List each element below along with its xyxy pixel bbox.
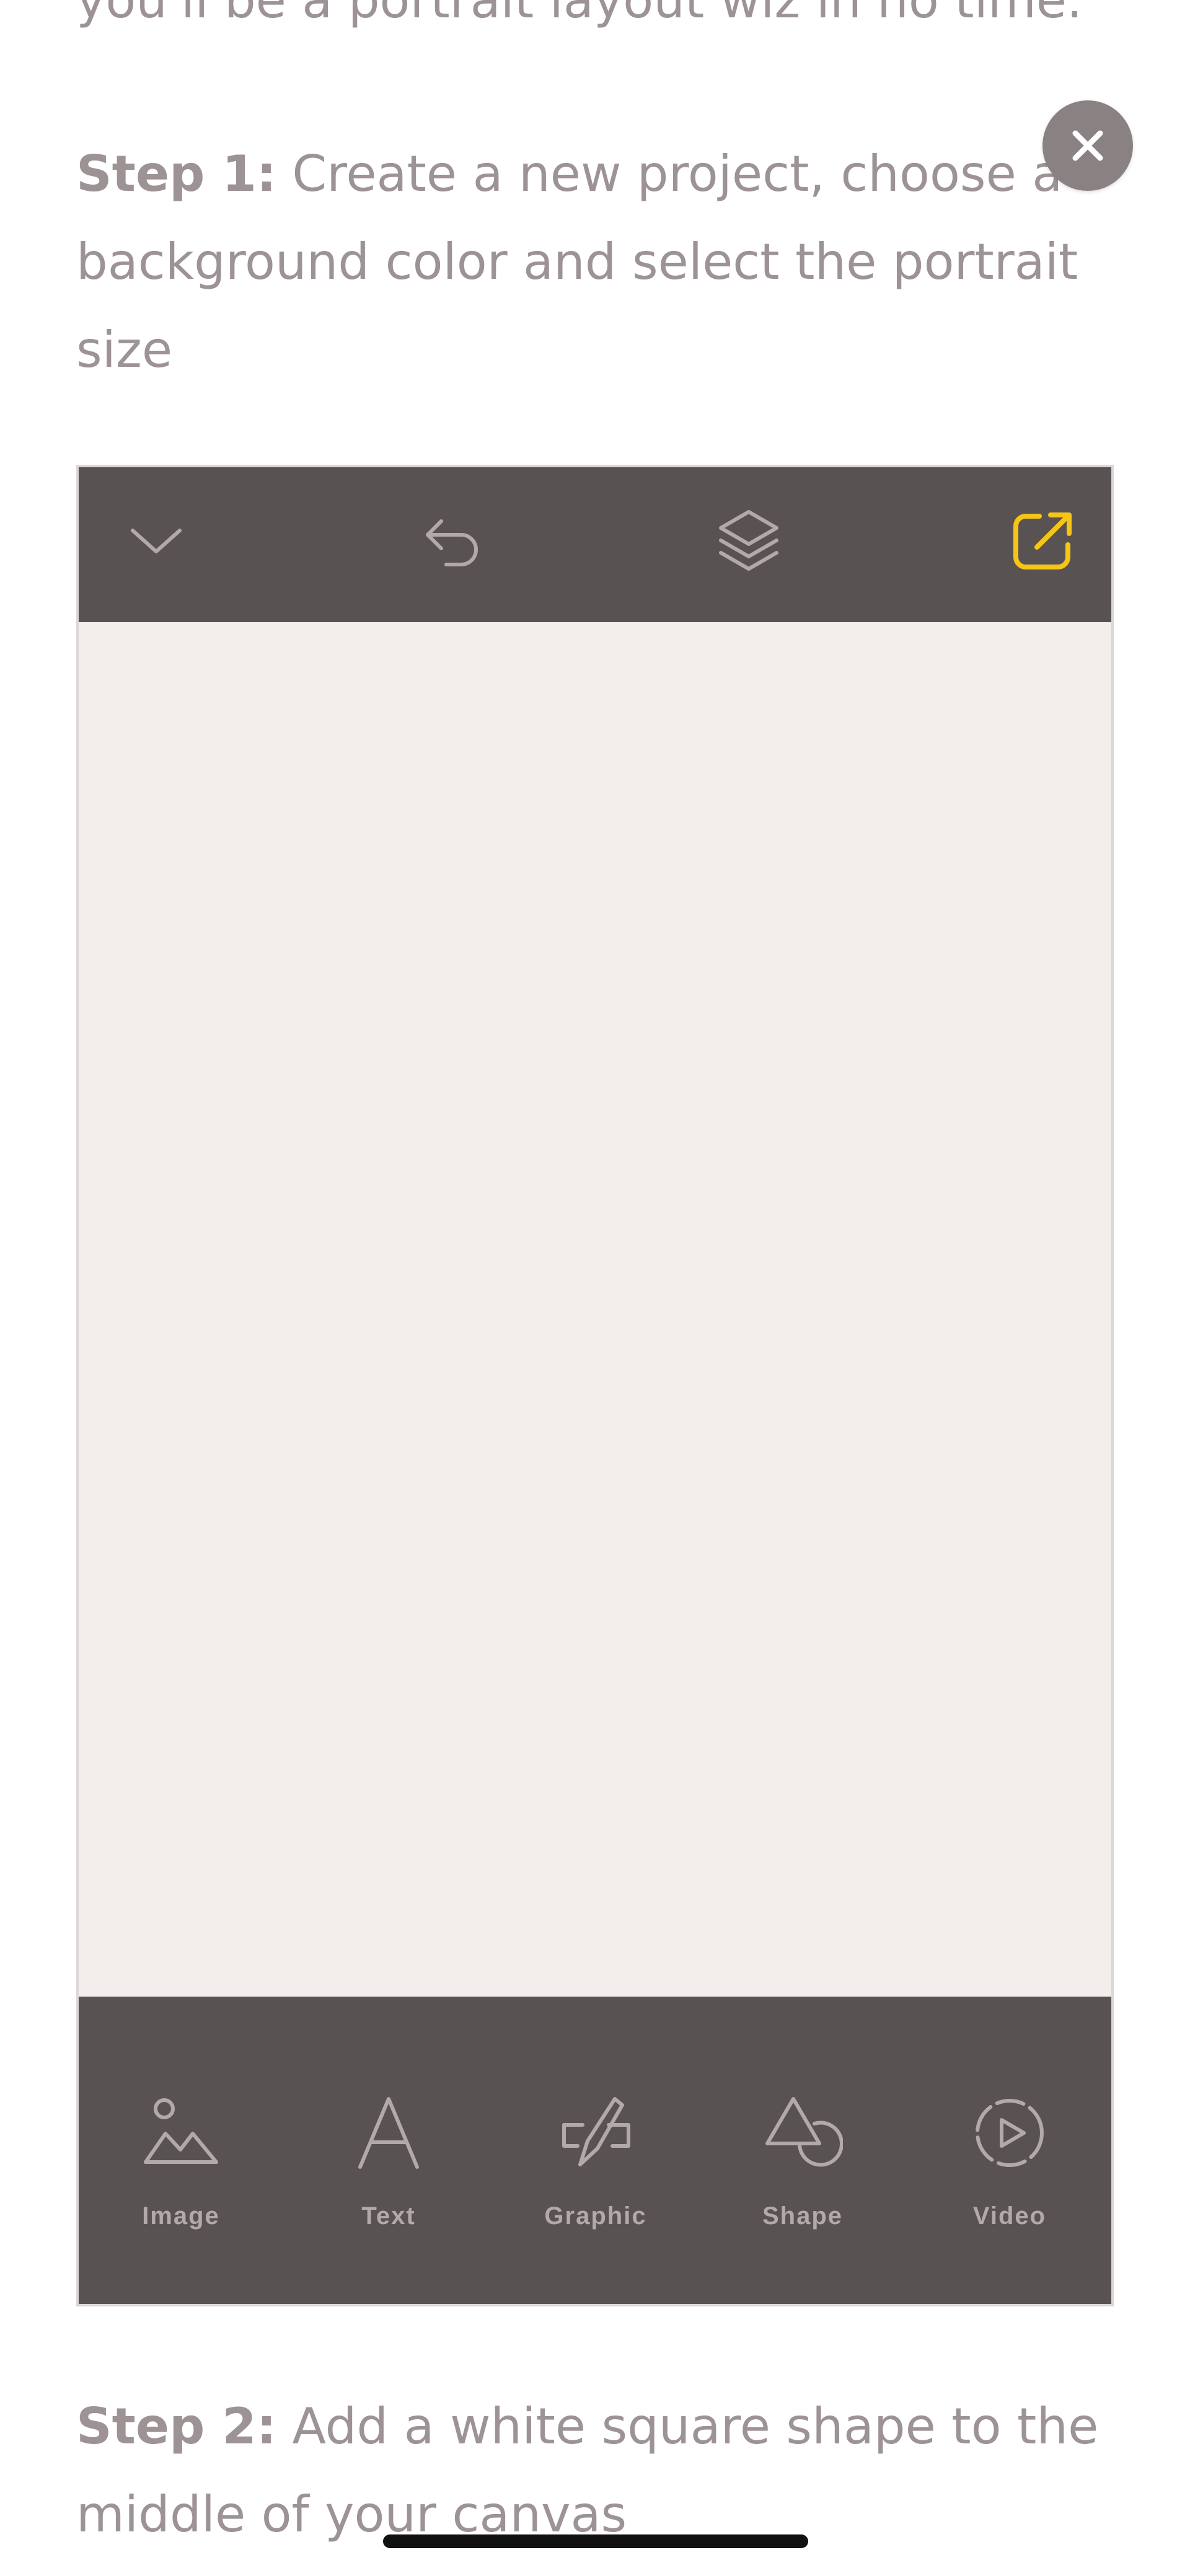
video-icon bbox=[966, 2090, 1053, 2176]
editor-top-toolbar bbox=[79, 467, 1111, 622]
step-1-paragraph: Step 1: Create a new project, choose a b… bbox=[76, 130, 1117, 394]
tool-graphic[interactable]: Graphic bbox=[515, 2090, 676, 2251]
shape-icon bbox=[759, 2090, 846, 2176]
tool-video[interactable]: Video bbox=[929, 2090, 1090, 2251]
step-2-paragraph: Step 2: Add a white square shape to the … bbox=[76, 2383, 1117, 2559]
tool-image[interactable]: Image bbox=[100, 2090, 262, 2251]
tool-label: Video bbox=[972, 2202, 1047, 2230]
home-indicator[interactable] bbox=[383, 2534, 808, 2548]
export-icon[interactable] bbox=[1002, 501, 1083, 582]
tool-label: Shape bbox=[762, 2202, 844, 2230]
image-icon bbox=[138, 2090, 224, 2176]
intro-text: you'll be a portrait layout wiz in no ti… bbox=[76, 0, 1083, 29]
graphic-icon bbox=[552, 2090, 639, 2176]
editor-bottom-toolbar: Image Text Graphic Shape Video bbox=[79, 1997, 1111, 2304]
tool-text[interactable]: Text bbox=[308, 2090, 469, 2251]
undo-icon[interactable] bbox=[412, 501, 492, 582]
tool-shape[interactable]: Shape bbox=[722, 2090, 883, 2251]
tool-label: Graphic bbox=[544, 2202, 647, 2230]
editor-canvas[interactable] bbox=[79, 622, 1111, 1999]
close-button[interactable] bbox=[1042, 100, 1133, 191]
editor-screenshot: Image Text Graphic Shape Video bbox=[76, 465, 1114, 2306]
step-1-label: Step 1: bbox=[76, 145, 276, 203]
tool-label: Text bbox=[361, 2202, 416, 2230]
layers-icon[interactable] bbox=[708, 501, 789, 582]
tool-label: Image bbox=[142, 2202, 220, 2230]
text-icon bbox=[345, 2090, 432, 2176]
chevron-down-icon[interactable] bbox=[116, 501, 196, 582]
step-2-label: Step 2: bbox=[76, 2398, 276, 2455]
close-icon bbox=[1072, 130, 1103, 161]
